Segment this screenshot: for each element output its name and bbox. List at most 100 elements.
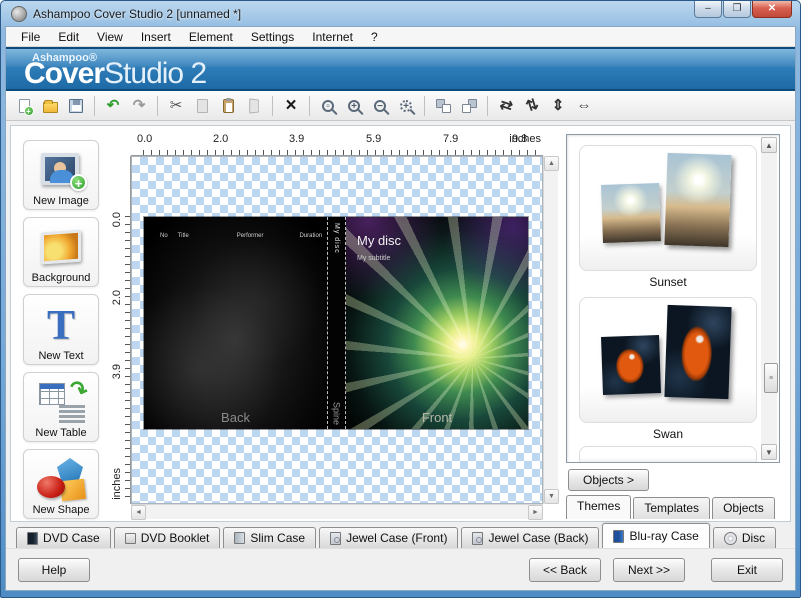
scroll-left-icon[interactable]: ◄ (131, 505, 146, 520)
toolbar-separator (309, 96, 310, 116)
tab-jewel-case-back[interactable]: Jewel Case (Back) (461, 527, 599, 548)
tab-disc[interactable]: Disc (713, 527, 776, 548)
zoom-in-icon: + (348, 100, 360, 112)
theme-thumbnail-partial[interactable] (579, 446, 757, 462)
background-icon (37, 226, 85, 270)
new-image-button[interactable]: + New Image (23, 140, 99, 210)
themes-panel: Sunset Swan ▲ ▼ ≡ (558, 132, 786, 519)
menu-internet[interactable]: Internet (303, 28, 362, 46)
bluray-cover-design[interactable]: No Title Performer Duration Back My disc… (144, 217, 528, 429)
dvd-case-icon (27, 532, 38, 545)
close-button[interactable]: ✕ (752, 1, 792, 18)
list-item[interactable]: Sunset (579, 145, 757, 289)
save-button[interactable] (64, 94, 88, 118)
scroll-up-icon[interactable]: ▲ (761, 137, 777, 153)
tab-jewel-case-front[interactable]: Jewel Case (Front) (319, 527, 458, 548)
menu-edit[interactable]: Edit (49, 28, 88, 46)
tab-dvd-case[interactable]: DVD Case (16, 527, 111, 548)
col-performer: Performer (237, 233, 264, 239)
next-button[interactable]: Next >> (613, 558, 685, 582)
objects-button[interactable]: Objects > (568, 469, 649, 491)
tab-objects[interactable]: Objects (712, 497, 775, 519)
menu-view[interactable]: View (88, 28, 132, 46)
send-backward-button[interactable] (457, 94, 481, 118)
flip-horizontal-button[interactable]: ⇄ (494, 94, 518, 118)
exit-button[interactable]: Exit (711, 558, 783, 582)
open-button[interactable] (38, 94, 62, 118)
new-text-button[interactable]: T New Text (23, 294, 99, 364)
cut-button[interactable]: ✂ (164, 94, 188, 118)
theme-name: Sunset (579, 275, 757, 289)
tab-bluray-case[interactable]: Blu-ray Case (602, 523, 709, 548)
distribute-vertical-button[interactable]: ⇕ (546, 94, 570, 118)
spine-title-text[interactable]: My disc (333, 223, 340, 254)
duplicate-button[interactable] (242, 94, 266, 118)
copy-icon (197, 99, 208, 113)
objects-row: Objects > (566, 463, 780, 495)
design-canvas[interactable]: No Title Performer Duration Back My disc… (131, 156, 543, 504)
back-button[interactable]: << Back (529, 558, 601, 582)
ruler-tick: 5.9 (366, 133, 381, 145)
background-button[interactable]: Background (23, 217, 99, 287)
menu-file[interactable]: File (12, 28, 49, 46)
front-zone-label: Front (346, 410, 528, 425)
redo-button[interactable]: ↷ (127, 94, 151, 118)
menu-help[interactable]: ? (362, 28, 387, 46)
zoom-in-button[interactable]: + (342, 94, 366, 118)
new-shape-icon (37, 458, 85, 502)
zoom-out-button[interactable]: − (368, 94, 392, 118)
tab-templates[interactable]: Templates (633, 497, 710, 519)
cover-spine-panel[interactable]: My disc Spine (327, 217, 346, 429)
theme-thumbnail-sunset[interactable] (579, 145, 757, 271)
new-table-button[interactable]: ↷ New Table (23, 372, 99, 442)
front-subtitle-text[interactable]: My subtitle (357, 255, 390, 262)
scroll-down-icon[interactable]: ▼ (761, 444, 777, 460)
zoom-fit-button[interactable]: ▫ (316, 94, 340, 118)
new-document-button[interactable]: + (12, 94, 36, 118)
zoom-fit-icon: ▫ (322, 100, 334, 112)
window-title: Ashampoo Cover Studio 2 [unnamed *] (33, 7, 694, 21)
undo-button[interactable]: ↶ (101, 94, 125, 118)
menu-settings[interactable]: Settings (242, 28, 303, 46)
distribute-horizontal-icon: ⇔ (577, 98, 592, 113)
menu-element[interactable]: Element (180, 28, 242, 46)
ruler-corner (543, 132, 558, 156)
panel-tabs: Themes Templates Objects (566, 495, 780, 519)
zoom-selection-button[interactable]: + (394, 94, 418, 118)
new-shape-button[interactable]: New Shape (23, 449, 99, 519)
distribute-horizontal-button[interactable]: ⇔ (572, 94, 596, 118)
tool-label: Background (32, 272, 91, 284)
copy-button[interactable] (190, 94, 214, 118)
scrollbar-thumb[interactable]: ≡ (764, 363, 778, 393)
tab-themes[interactable]: Themes (566, 495, 631, 519)
theme-thumbnail-swan[interactable] (579, 297, 757, 423)
ruler-tick: 3.9 (111, 364, 123, 379)
cover-back-panel[interactable]: No Title Performer Duration Back (144, 217, 327, 429)
bring-forward-button[interactable] (431, 94, 455, 118)
scroll-right-icon[interactable]: ► (528, 505, 543, 520)
paste-button[interactable] (216, 94, 240, 118)
tab-slim-case[interactable]: Slim Case (223, 527, 316, 548)
jewel-case-back-icon (472, 532, 483, 545)
maximize-button[interactable]: ❐ (723, 1, 751, 18)
toolbar-separator (157, 96, 158, 116)
minimize-button[interactable]: – (694, 1, 722, 18)
delete-button[interactable]: × (279, 94, 303, 118)
front-title-text[interactable]: My disc (357, 233, 401, 248)
menu-insert[interactable]: Insert (132, 28, 180, 46)
tracklist-header[interactable]: No Title Performer Duration (144, 233, 327, 239)
flip-vertical-button[interactable]: ⇅ (520, 94, 544, 118)
scroll-down-icon[interactable]: ▼ (544, 489, 559, 504)
cover-front-panel[interactable]: My disc My subtitle Front (346, 217, 528, 429)
app-icon (11, 6, 27, 22)
canvas-horizontal-scrollbar[interactable]: ◄ ► (131, 504, 543, 519)
scroll-up-icon[interactable]: ▲ (544, 156, 559, 171)
distribute-vertical-icon: ⇕ (552, 98, 565, 113)
canvas-vertical-scrollbar[interactable]: ▲ ▼ (543, 156, 558, 504)
tab-dvd-booklet[interactable]: DVD Booklet (114, 527, 221, 548)
list-item[interactable]: Swan (579, 297, 757, 441)
theme-list-scrollbar[interactable]: ▲ ▼ (761, 137, 777, 460)
send-backward-icon (462, 99, 477, 113)
theme-list[interactable]: Sunset Swan ▲ ▼ ≡ (566, 134, 780, 463)
help-button[interactable]: Help (18, 558, 90, 582)
